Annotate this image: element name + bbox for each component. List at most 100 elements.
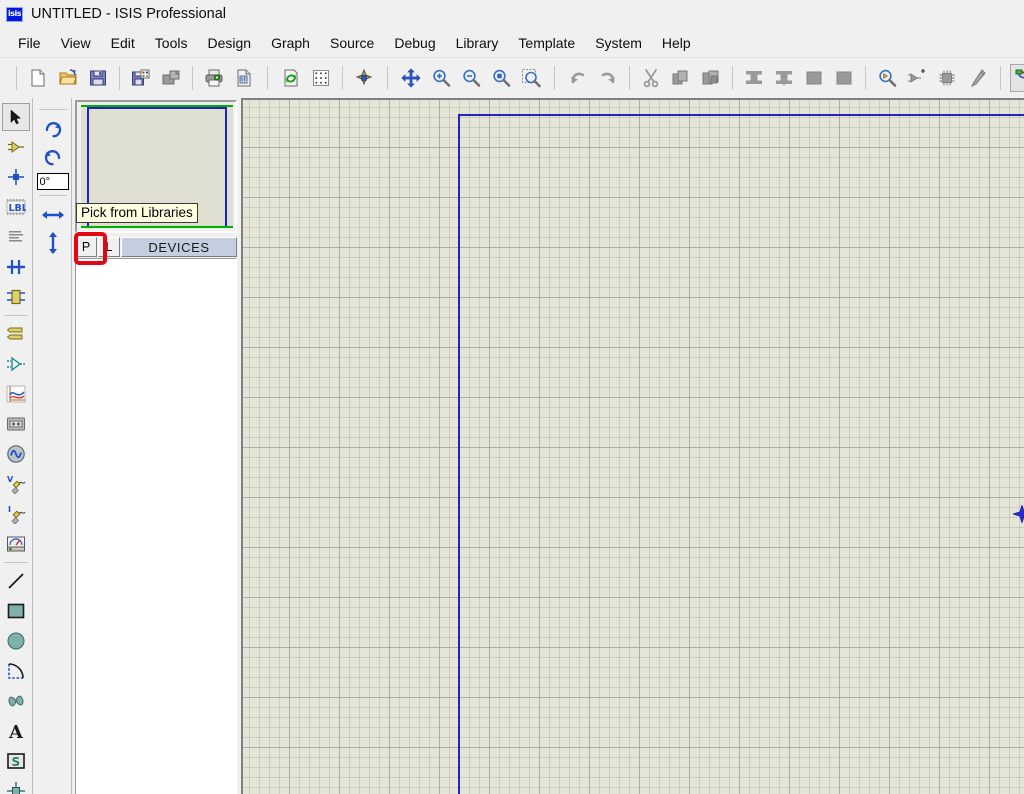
pick-from-libraries-tooltip: Pick from Libraries (76, 203, 198, 223)
isis-professional-window: isis UNTITLED - ISIS Professional File V… (0, 0, 1024, 794)
toggle-grid-icon[interactable] (307, 64, 335, 92)
menu-debug[interactable]: Debug (384, 32, 445, 54)
cut-icon[interactable] (637, 64, 665, 92)
rotate-clockwise-icon[interactable] (38, 116, 68, 142)
svg-text:S: S (12, 755, 21, 769)
title-bar: isis UNTITLED - ISIS Professional (0, 0, 1024, 28)
refresh-display-icon[interactable] (277, 64, 305, 92)
path-tool-icon[interactable] (2, 687, 30, 715)
toolbar-separator (865, 66, 866, 90)
export-section-icon[interactable] (157, 64, 185, 92)
menu-tools[interactable]: Tools (145, 32, 198, 54)
orientation-divider (39, 109, 67, 110)
main-toolbar: A (0, 57, 1024, 97)
import-section-icon[interactable] (127, 64, 155, 92)
toolbar-separator (192, 66, 193, 90)
toolbar-divider (4, 315, 28, 316)
buses-mode-icon[interactable] (2, 253, 30, 281)
text-tool-icon[interactable]: A (2, 717, 30, 745)
isis-logo-text: isis (8, 10, 21, 18)
print-region-icon[interactable] (230, 64, 258, 92)
menu-file[interactable]: File (8, 32, 51, 54)
component-mode-icon[interactable] (2, 133, 30, 161)
toolbar-separator (387, 66, 388, 90)
devices-list[interactable] (75, 258, 237, 794)
menu-design[interactable]: Design (197, 32, 261, 54)
symbol-tool-icon[interactable]: S (2, 747, 30, 775)
svg-text:LBL: LBL (9, 203, 27, 214)
terminals-mode-icon[interactable] (2, 320, 30, 348)
box-tool-icon[interactable] (2, 597, 30, 625)
wire-label-mode-icon[interactable]: LBL (2, 193, 30, 221)
arc-tool-icon[interactable] (2, 657, 30, 685)
virtual-instrument-icon[interactable] (2, 530, 30, 558)
wire-autorouter-icon[interactable] (1010, 64, 1024, 92)
tape-recorder-icon[interactable] (2, 410, 30, 438)
text-script-mode-icon[interactable] (2, 223, 30, 251)
decompose-icon[interactable] (963, 64, 991, 92)
toolbar-separator (342, 66, 343, 90)
selector-header-bar: P L DEVICES (75, 237, 237, 257)
rotate-anticlockwise-icon[interactable] (38, 144, 68, 170)
library-manager-button[interactable]: L (98, 237, 120, 257)
mirror-vertical-icon[interactable] (38, 230, 68, 256)
device-pins-mode-icon[interactable] (2, 350, 30, 378)
toolbar-separator (629, 66, 630, 90)
preview-green-bottom-edge (81, 226, 233, 228)
new-file-icon[interactable] (24, 64, 52, 92)
menu-system[interactable]: System (585, 32, 652, 54)
pan-icon[interactable] (397, 64, 425, 92)
mirror-horizontal-icon[interactable] (38, 202, 68, 228)
zoom-area-icon[interactable] (517, 64, 545, 92)
isis-logo-icon: isis (6, 7, 23, 22)
redo-icon[interactable] (594, 64, 622, 92)
zoom-in-icon[interactable] (427, 64, 455, 92)
menu-graph[interactable]: Graph (261, 32, 320, 54)
package-tool-icon[interactable] (933, 64, 961, 92)
devices-header-label: DEVICES (121, 237, 237, 257)
block-delete-icon[interactable] (830, 64, 858, 92)
menu-edit[interactable]: Edit (101, 32, 145, 54)
block-copy-icon[interactable] (740, 64, 768, 92)
menu-template[interactable]: Template (508, 32, 585, 54)
block-rotate-icon[interactable] (800, 64, 828, 92)
line-tool-icon[interactable] (2, 567, 30, 595)
graph-mode-icon[interactable] (2, 380, 30, 408)
voltage-probe-icon[interactable]: V (2, 470, 30, 498)
menu-library[interactable]: Library (446, 32, 509, 54)
toolbar-separator (554, 66, 555, 90)
pick-device-icon[interactable] (873, 64, 901, 92)
block-move-icon[interactable] (770, 64, 798, 92)
junction-dot-mode-icon[interactable] (2, 163, 30, 191)
open-file-icon[interactable] (54, 64, 82, 92)
circle-tool-icon[interactable] (2, 627, 30, 655)
paste-icon[interactable] (697, 64, 725, 92)
make-device-icon[interactable] (903, 64, 931, 92)
toolbar-separator (119, 66, 120, 90)
svg-text:A: A (8, 722, 24, 741)
toolbar-divider (4, 562, 28, 563)
save-file-icon[interactable] (84, 64, 112, 92)
print-icon[interactable] (200, 64, 228, 92)
undo-icon[interactable] (564, 64, 592, 92)
selection-mode-icon[interactable] (2, 103, 30, 131)
menu-source[interactable]: Source (320, 32, 384, 54)
current-probe-icon[interactable]: I (2, 500, 30, 528)
generator-mode-icon[interactable] (2, 440, 30, 468)
zoom-all-icon[interactable] (487, 64, 515, 92)
pick-from-libraries-button[interactable]: P (75, 237, 97, 257)
origin-icon[interactable] (350, 64, 378, 92)
canvas-grid (243, 100, 1024, 794)
menu-view[interactable]: View (51, 32, 101, 54)
preview-sheet-border-top (87, 107, 227, 109)
marker-tool-icon[interactable] (2, 777, 30, 794)
rotation-angle-field[interactable]: 0° (37, 173, 69, 190)
subcircuit-mode-icon[interactable] (2, 283, 30, 311)
copy-icon[interactable] (667, 64, 695, 92)
sheet-border-left (458, 114, 460, 794)
sheet-border-top (458, 114, 1024, 116)
zoom-out-icon[interactable] (457, 64, 485, 92)
schematic-canvas[interactable] (241, 98, 1024, 794)
menu-help[interactable]: Help (652, 32, 701, 54)
preview-sheet-border-right (225, 107, 227, 226)
